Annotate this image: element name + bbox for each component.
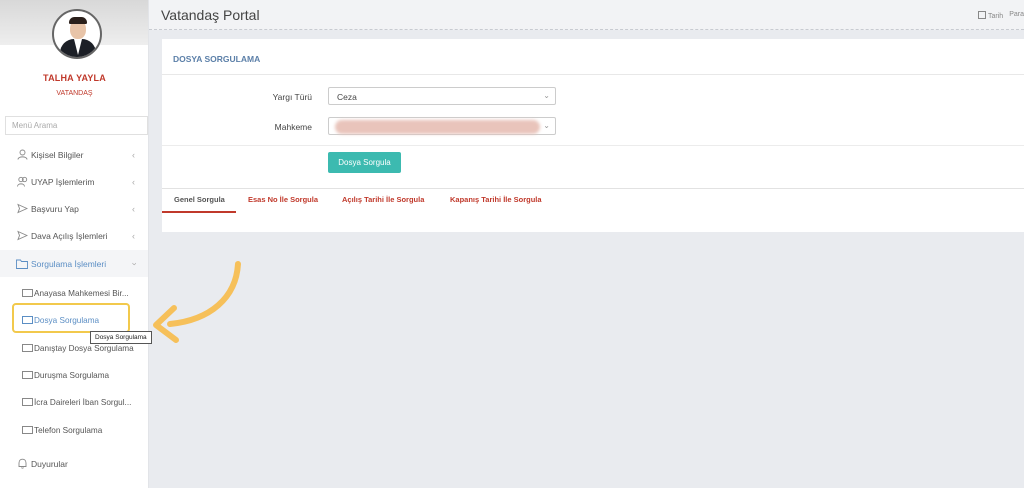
bell-icon: [16, 458, 28, 469]
calendar-icon: [978, 11, 987, 19]
dosya-sorgula-button[interactable]: Dosya Sorgula: [328, 152, 401, 173]
highlight-frame: [12, 303, 130, 333]
query-panel: DOSYA SORGULAMA Yargı Türü Ceza ⌄ Mahkem…: [162, 39, 1024, 232]
tab-esas-no[interactable]: Esas No İle Sorgula: [248, 195, 318, 204]
header-actions: Tarih Para: [978, 11, 1024, 20]
user-icon: [16, 149, 28, 160]
avatar: [52, 9, 102, 59]
submenu-item-label: Duruşma Sorgulama: [34, 370, 110, 380]
folder-icon: [22, 289, 33, 297]
header: Vatandaş Portal Tarih Para: [149, 0, 1024, 30]
yargi-turu-label: Yargı Türü: [272, 92, 312, 102]
folder-icon: [22, 426, 33, 434]
divider: [162, 74, 1024, 75]
chevron-left-icon: ‹: [132, 149, 135, 160]
date-link[interactable]: Tarih: [978, 11, 1003, 20]
sidebar-item-duyurular[interactable]: Duyurular: [0, 450, 148, 477]
page-title: Vatandaş Portal: [161, 7, 260, 23]
chevron-down-icon: ‹: [128, 262, 139, 265]
users-icon: [16, 176, 28, 187]
submenu-item-icra-iban[interactable]: İcra Daireleri İban Sorgul...: [22, 393, 146, 411]
profile-card: TALHA YAYLA VATANDAŞ: [0, 0, 148, 112]
sidebar-item-sorgulama-islemleri[interactable]: Sorgulama İşlemleri ‹: [0, 250, 148, 277]
redacted-value: [335, 120, 540, 134]
sidebar-item-label: UYAP İşlemlerim: [31, 176, 95, 187]
folder-icon: [22, 398, 33, 406]
curved-arrow-icon: [153, 261, 241, 343]
menu-search-input[interactable]: Menü Arama: [5, 116, 148, 135]
sidebar-item-label: Başvuru Yap: [31, 203, 79, 214]
submenu-item-anayasa[interactable]: Anayasa Mahkemesi Bir...: [22, 284, 146, 302]
sidebar-item-label: Dava Açılış İşlemleri: [31, 230, 108, 241]
submenu-item-label: Telefon Sorgulama: [34, 425, 103, 435]
submenu-item-telefon[interactable]: Telefon Sorgulama: [22, 421, 146, 439]
send-icon: [16, 230, 28, 241]
tab-genel-sorgula[interactable]: Genel Sorgula: [174, 195, 225, 204]
mahkeme-label: Mahkeme: [274, 122, 312, 132]
submenu-item-label: Anayasa Mahkemesi Bir...: [34, 288, 129, 298]
submenu-item-durusma[interactable]: Duruşma Sorgulama: [22, 366, 146, 384]
profile-name: TALHA YAYLA: [43, 73, 106, 83]
sidebar-item-basvuru-yap[interactable]: Başvuru Yap ‹: [0, 195, 148, 222]
panel-title: DOSYA SORGULAMA: [173, 54, 261, 64]
mahkeme-select[interactable]: ⌄: [328, 117, 556, 135]
para-link[interactable]: Para: [1009, 11, 1024, 20]
tooltip: Dosya Sorgulama: [90, 331, 152, 344]
folder-icon: [22, 344, 33, 352]
sidebar-item-label: Sorgulama İşlemleri: [31, 258, 107, 269]
folder-icon: [16, 258, 28, 269]
tab-acilis-tarihi[interactable]: Açılış Tarihi İle Sorgula: [342, 195, 424, 204]
folder-icon: [22, 371, 33, 379]
yargi-turu-select[interactable]: Ceza ⌄: [328, 87, 556, 105]
submenu-item-label: Danıştay Dosya Sorgulama: [34, 343, 134, 353]
divider: [162, 188, 1024, 189]
active-tab-indicator: [162, 211, 236, 213]
divider: [162, 145, 1024, 146]
sidebar-item-label: Kişisel Bilgiler: [31, 149, 84, 160]
chevron-left-icon: ‹: [132, 230, 135, 241]
profile-role: VATANDAŞ: [56, 90, 93, 97]
send-icon: [16, 203, 28, 214]
chevron-left-icon: ‹: [132, 176, 135, 187]
sidebar-item-kisisel-bilgiler[interactable]: Kişisel Bilgiler ‹: [0, 141, 148, 168]
yargi-turu-value: Ceza: [337, 92, 357, 102]
tab-kapanis-tarihi[interactable]: Kapanış Tarihi İle Sorgula: [450, 195, 542, 204]
chevron-down-icon: ⌄: [543, 121, 550, 130]
sidebar-item-label: Duyurular: [31, 458, 68, 469]
sidebar-item-dava-acilis[interactable]: Dava Açılış İşlemleri ‹: [0, 222, 148, 249]
submenu-item-label: İcra Daireleri İban Sorgul...: [34, 397, 132, 407]
sidebar: TALHA YAYLA VATANDAŞ Menü Arama Kişisel …: [0, 0, 149, 488]
chevron-down-icon: ⌄: [543, 91, 550, 100]
chevron-left-icon: ‹: [132, 203, 135, 214]
sidebar-item-uyap-islemlerim[interactable]: UYAP İşlemlerim ‹: [0, 168, 148, 195]
